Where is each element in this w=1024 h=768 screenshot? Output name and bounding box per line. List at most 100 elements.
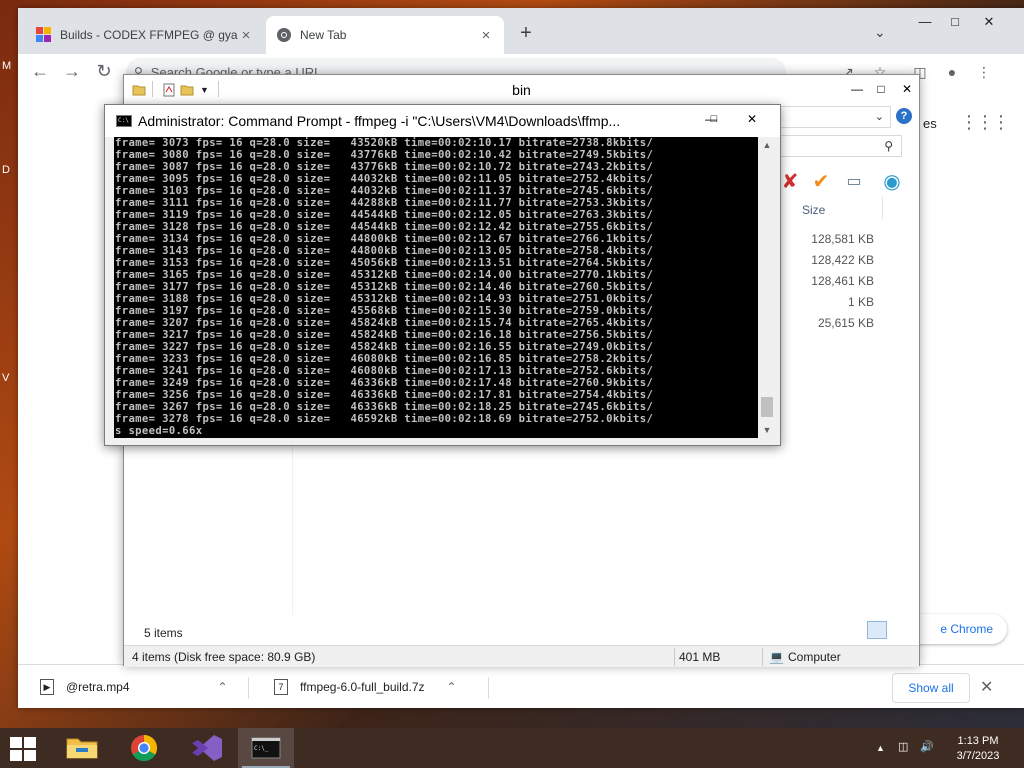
console-line: frame= 3128 fps= 16 q=28.0 size= 44544kB… bbox=[115, 221, 654, 233]
codex-favicon-icon bbox=[36, 27, 51, 42]
file-size: 128,581 KB bbox=[811, 232, 874, 246]
chrome-icon[interactable] bbox=[116, 728, 172, 768]
status-text: 4 items (Disk free space: 80.9 GB) bbox=[132, 650, 316, 664]
forward-arrow-icon[interactable]: → bbox=[60, 60, 84, 84]
desktop-icon-label[interactable]: V bbox=[2, 372, 9, 384]
close-window-icon[interactable]: ✕ bbox=[894, 78, 920, 100]
address-dropdown-chevron-icon[interactable]: ⌄ bbox=[779, 106, 891, 128]
console-line: frame= 3227 fps= 16 q=28.0 size= 45824kB… bbox=[115, 341, 654, 353]
window-title: Administrator: Command Prompt - ffmpeg -… bbox=[138, 113, 621, 129]
chrome-favicon-icon bbox=[277, 28, 291, 42]
status-location: Computer bbox=[788, 650, 841, 664]
console-line: frame= 3080 fps= 16 q=28.0 size= 43776kB… bbox=[115, 149, 654, 161]
chevron-up-icon[interactable]: ⌃ bbox=[218, 680, 228, 694]
explorer-titlebar: ▼ bin — □ ✕ bbox=[124, 75, 919, 105]
tab-builds[interactable]: Builds - CODEX FFMPEG @ gyan.dev × bbox=[26, 16, 264, 54]
help-icon[interactable]: ? bbox=[896, 108, 912, 124]
profile-avatar-icon[interactable]: ● bbox=[942, 62, 962, 82]
menu-kebab-icon[interactable]: ⋮ bbox=[974, 62, 994, 82]
system-clock[interactable]: 1:13 PM 3/7/2023 bbox=[946, 734, 1010, 764]
rename-icon[interactable]: ▭ bbox=[842, 170, 866, 194]
item-count: 5 items bbox=[144, 626, 183, 640]
close-tab-icon[interactable]: × bbox=[478, 27, 494, 44]
console-line: frame= 3188 fps= 16 q=28.0 size= 45312kB… bbox=[115, 293, 654, 305]
tab-strip: Builds - CODEX FFMPEG @ gyan.dev × New T… bbox=[18, 8, 1024, 54]
close-downloads-bar-icon[interactable]: ✕ bbox=[980, 677, 993, 697]
ntp-images-link[interactable]: es bbox=[923, 116, 937, 131]
google-apps-grid-icon[interactable]: ⋮⋮⋮ bbox=[960, 112, 1010, 133]
chevron-up-icon[interactable]: ⌃ bbox=[447, 680, 457, 694]
console-output[interactable]: frame= 3073 fps= 16 q=28.0 size= 43520kB… bbox=[114, 137, 758, 438]
console-line: frame= 3241 fps= 16 q=28.0 size= 46080kB… bbox=[115, 365, 654, 377]
scroll-down-arrow-icon[interactable]: ▼ bbox=[759, 422, 775, 438]
downloads-bar: ▶ @retra.mp4 ⌃ 7 ffmpeg-6.0-full_build.7… bbox=[18, 664, 1024, 708]
file-explorer-icon[interactable] bbox=[54, 728, 110, 768]
minimize-icon[interactable]: — bbox=[844, 78, 870, 100]
taskbar: C:\_ ▲ ◫ 🔊 1:13 PM 3/7/2023 bbox=[0, 728, 1024, 768]
desktop-icon-label[interactable]: M bbox=[2, 60, 11, 72]
download-filename: ffmpeg-6.0-full_build.7z bbox=[300, 680, 425, 694]
console-line: frame= 3134 fps= 16 q=28.0 size= 44800kB… bbox=[115, 233, 654, 245]
details-view-icon[interactable] bbox=[867, 621, 887, 639]
file-size: 25,615 KB bbox=[817, 316, 874, 330]
scroll-up-arrow-icon[interactable]: ▲ bbox=[759, 137, 775, 153]
console-line: frame= 3143 fps= 16 q=28.0 size= 44800kB… bbox=[115, 245, 654, 257]
console-line: frame= 3073 fps= 16 q=28.0 size= 43520kB… bbox=[115, 137, 654, 149]
search-box[interactable]: ⚲ bbox=[779, 135, 902, 157]
back-arrow-icon[interactable]: ← bbox=[28, 60, 52, 84]
console-line: frame= 3095 fps= 16 q=28.0 size= 44032kB… bbox=[115, 173, 654, 185]
download-item[interactable]: 7 ffmpeg-6.0-full_build.7z ⌃ bbox=[274, 673, 457, 701]
divider bbox=[762, 648, 763, 666]
minimize-icon[interactable]: — bbox=[912, 12, 938, 32]
console-line: frame= 3087 fps= 16 q=28.0 size= 43776kB… bbox=[115, 161, 654, 173]
maximize-icon[interactable]: □ bbox=[699, 107, 729, 131]
console-line: frame= 3177 fps= 16 q=28.0 size= 45312kB… bbox=[115, 281, 654, 293]
scroll-thumb[interactable] bbox=[761, 397, 773, 417]
console-line: frame= 3207 fps= 16 q=28.0 size= 45824kB… bbox=[115, 317, 654, 329]
tab-new-tab[interactable]: New Tab × bbox=[266, 16, 504, 54]
large-icons-view-icon[interactable] bbox=[889, 621, 909, 639]
archive-file-icon: 7 bbox=[274, 679, 288, 695]
computer-icon: 💻 bbox=[769, 650, 784, 664]
console-line: frame= 3197 fps= 16 q=28.0 size= 45568kB… bbox=[115, 305, 654, 317]
desktop-icon-label[interactable]: D bbox=[2, 164, 10, 176]
tab-title: Builds - CODEX FFMPEG @ gyan.dev bbox=[60, 28, 238, 42]
delete-x-icon[interactable]: ✘ bbox=[778, 170, 802, 194]
status-bar: 4 items (Disk free space: 80.9 GB) 401 M… bbox=[124, 645, 919, 667]
maximize-icon[interactable]: □ bbox=[942, 12, 968, 32]
console-line: frame= 3278 fps= 16 q=28.0 size= 46592kB… bbox=[115, 413, 654, 425]
view-switcher bbox=[867, 621, 911, 639]
checkmark-icon[interactable]: ✔ bbox=[809, 170, 833, 194]
network-icon[interactable]: ◫ bbox=[898, 740, 908, 753]
windows-start-icon[interactable] bbox=[8, 736, 38, 762]
show-all-downloads-button[interactable]: Show all bbox=[892, 673, 970, 703]
console-line: frame= 3165 fps= 16 q=28.0 size= 45312kB… bbox=[115, 269, 654, 281]
close-window-icon[interactable]: ✕ bbox=[976, 12, 1002, 32]
file-size: 128,461 KB bbox=[811, 274, 874, 288]
globe-icon[interactable]: ◉ bbox=[880, 170, 904, 194]
status-size: 401 MB bbox=[679, 650, 721, 664]
volume-icon[interactable]: 🔊 bbox=[920, 740, 934, 753]
close-window-icon[interactable]: ✕ bbox=[731, 107, 773, 131]
reload-icon[interactable]: ↻ bbox=[92, 60, 116, 84]
console-line: frame= 3233 fps= 16 q=28.0 size= 46080kB… bbox=[115, 353, 654, 365]
download-item[interactable]: ▶ @retra.mp4 ⌃ bbox=[40, 673, 228, 701]
divider bbox=[248, 677, 249, 699]
column-header-size[interactable]: Size bbox=[802, 203, 825, 217]
maximize-icon[interactable]: □ bbox=[868, 78, 894, 100]
tab-search-chevron-icon[interactable]: ⌄ bbox=[874, 24, 886, 41]
scrollbar[interactable]: ▲ ▼ bbox=[759, 137, 775, 438]
visual-studio-icon[interactable] bbox=[178, 728, 234, 768]
search-icon: ⚲ bbox=[884, 139, 893, 153]
close-tab-icon[interactable]: × bbox=[238, 27, 254, 44]
show-hidden-icons-chevron-icon[interactable]: ▲ bbox=[876, 743, 885, 753]
window-title: bin bbox=[512, 82, 531, 98]
command-prompt-icon[interactable]: C:\_ bbox=[238, 728, 294, 768]
divider bbox=[674, 648, 675, 666]
new-tab-plus-icon[interactable]: + bbox=[514, 22, 538, 46]
command-prompt-icon: C:\ bbox=[116, 115, 132, 127]
console-line: frame= 3267 fps= 16 q=28.0 size= 46336kB… bbox=[115, 401, 654, 413]
tab-title: New Tab bbox=[300, 28, 347, 42]
divider bbox=[882, 197, 883, 219]
console-line: frame= 3103 fps= 16 q=28.0 size= 44032kB… bbox=[115, 185, 654, 197]
